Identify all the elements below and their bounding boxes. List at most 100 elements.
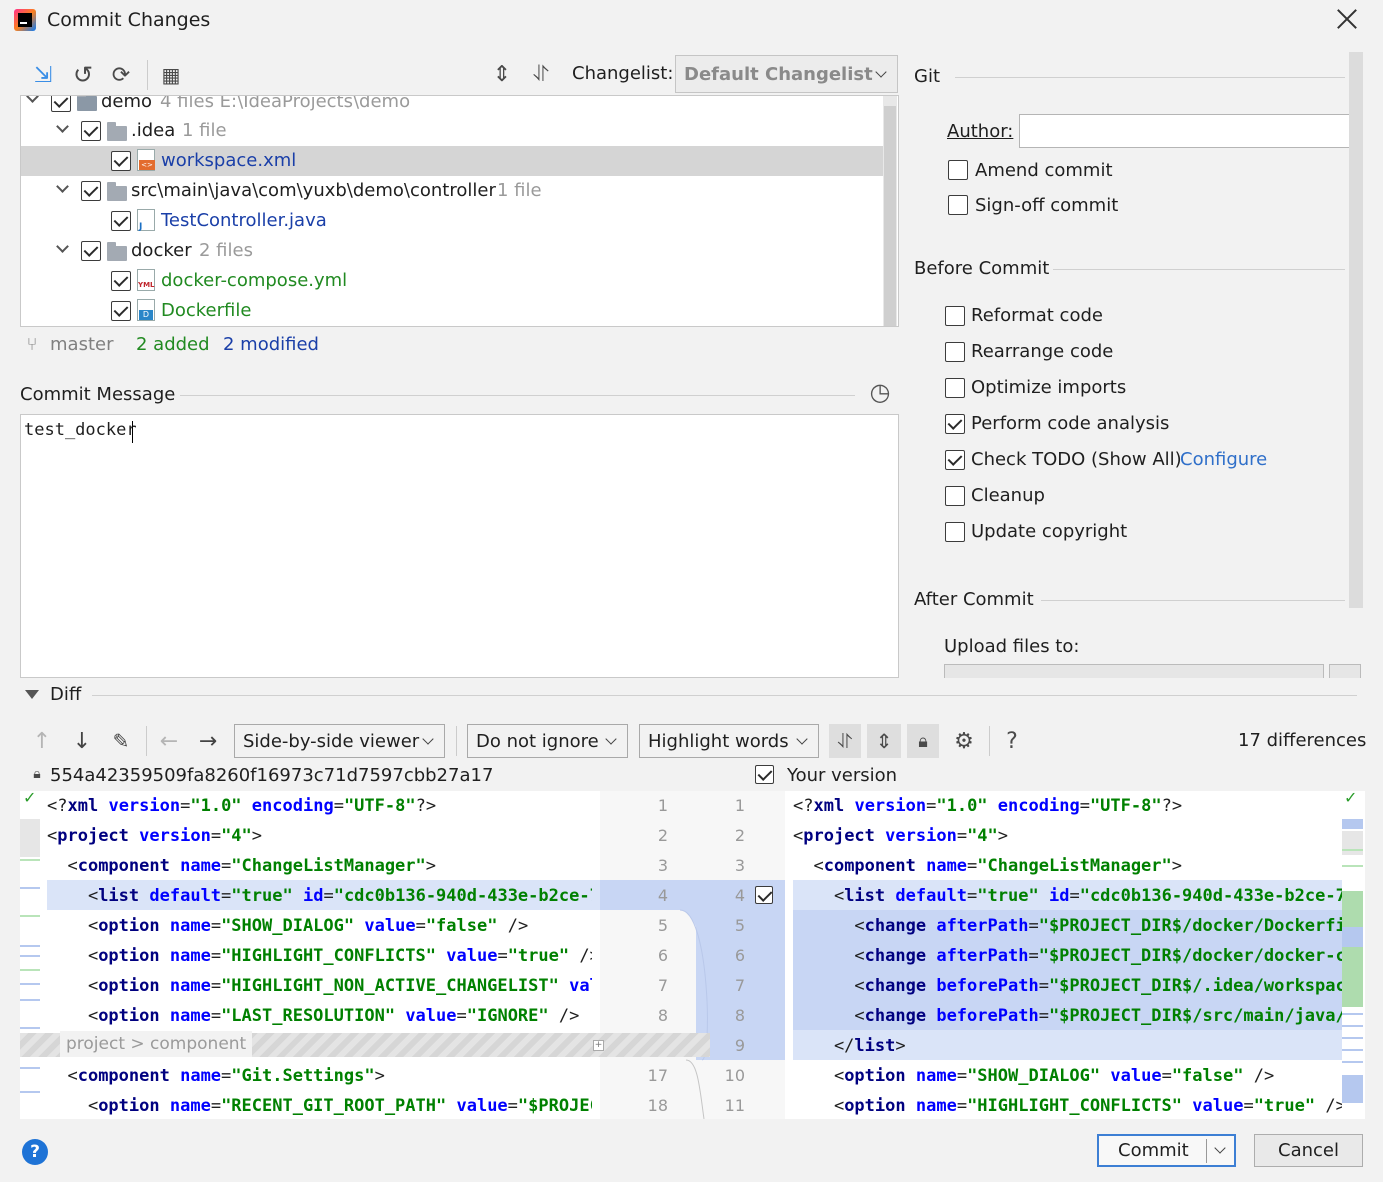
right-code-line[interactable]: <?xml version="1.0" encoding="UTF-8"?> bbox=[793, 791, 1182, 821]
right-panel-scrollbar[interactable] bbox=[1349, 52, 1363, 608]
show-diff-icon[interactable]: ⇲ bbox=[30, 62, 56, 88]
diff-collapse-icon[interactable] bbox=[25, 690, 39, 699]
before-commit-label[interactable]: Check TODO (Show All) bbox=[971, 449, 1182, 470]
upload-select[interactable] bbox=[944, 664, 1324, 678]
before-commit-label[interactable]: Rearrange code bbox=[971, 341, 1113, 362]
left-code-line[interactable]: <component name="Git.Settings"> bbox=[47, 1061, 384, 1091]
next-diff-icon[interactable]: ↓ bbox=[70, 728, 94, 754]
collapse-all-icon[interactable]: ⥯ bbox=[528, 60, 554, 88]
rollback-icon[interactable]: ↺ bbox=[70, 61, 96, 89]
commit-button[interactable]: Commit bbox=[1097, 1134, 1236, 1167]
right-code-line[interactable]: <change beforePath="$PROJECT_DIR$/src/ma… bbox=[793, 1001, 1343, 1031]
before-commit-label[interactable]: Reformat code bbox=[971, 305, 1103, 326]
right-code-line[interactable]: <option name="SHOW_DIALOG" value="false"… bbox=[793, 1061, 1274, 1091]
left-code-line[interactable]: <option name="RECENT_GIT_ROOT_PATH" valu… bbox=[47, 1091, 592, 1119]
configure-link[interactable]: Configure bbox=[1180, 449, 1267, 470]
dockerfile-checkbox[interactable] bbox=[111, 301, 131, 321]
left-code-line[interactable]: <list default="true" id="cdc0b136-940d-4… bbox=[47, 881, 592, 911]
idea-folder-name[interactable]: .idea bbox=[131, 120, 175, 141]
sync-scroll-icon[interactable]: ⇕ bbox=[867, 724, 901, 758]
before-commit-checkbox[interactable] bbox=[945, 450, 965, 470]
root-checkbox[interactable] bbox=[51, 96, 71, 112]
prev-file-icon[interactable]: ← bbox=[156, 728, 182, 754]
idea-checkbox[interactable] bbox=[81, 121, 101, 141]
cancel-button[interactable]: Cancel bbox=[1254, 1134, 1363, 1167]
right-code-line[interactable]: <component name="ChangeListManager"> bbox=[793, 851, 1182, 881]
amend-commit-label[interactable]: Amend commit bbox=[975, 160, 1113, 181]
right-code-line[interactable]: <change afterPath="$PROJECT_DIR$/docker/… bbox=[793, 911, 1343, 941]
highlight-select[interactable]: Highlight words bbox=[639, 724, 819, 758]
compose-file-name[interactable]: docker-compose.yml bbox=[161, 270, 347, 291]
before-commit-label[interactable]: Optimize imports bbox=[971, 377, 1126, 398]
fold-expand-icon[interactable]: + bbox=[593, 1040, 604, 1051]
group-by-icon[interactable]: ▦ bbox=[158, 62, 184, 88]
right-code-line[interactable]: <option name="HIGHLIGHT_CONFLICTS" value… bbox=[793, 1091, 1343, 1119]
viewer-select[interactable]: Side-by-side viewer bbox=[234, 724, 445, 758]
ignore-select[interactable]: Do not ignore bbox=[467, 724, 628, 758]
right-code-line[interactable]: <list default="true" id="cdc0b136-940d-4… bbox=[793, 881, 1343, 911]
left-code-line[interactable]: <project version="4"> bbox=[47, 821, 262, 851]
right-line-number: 11 bbox=[724, 1096, 745, 1115]
signoff-checkbox[interactable] bbox=[948, 195, 968, 215]
before-commit-checkbox[interactable] bbox=[945, 342, 965, 362]
breadcrumb-fold[interactable]: project > component bbox=[60, 1031, 253, 1057]
before-commit-checkbox[interactable] bbox=[945, 378, 965, 398]
dockerfile-file-name[interactable]: Dockerfile bbox=[161, 300, 251, 321]
settings-gear-icon[interactable]: ⚙ bbox=[950, 726, 978, 756]
left-line-number: 3 bbox=[657, 856, 668, 875]
amend-commit-checkbox[interactable] bbox=[948, 160, 968, 180]
tree-scrollbar-thumb[interactable] bbox=[884, 106, 896, 326]
expand-all-icon[interactable]: ⇕ bbox=[489, 60, 515, 88]
changelist-value: Default Changelist bbox=[684, 63, 873, 85]
before-commit-label[interactable]: Perform code analysis bbox=[971, 413, 1169, 434]
apply-change-checkbox[interactable] bbox=[755, 886, 773, 904]
diff-help-icon[interactable]: ? bbox=[1000, 728, 1024, 754]
before-commit-checkbox[interactable] bbox=[945, 486, 965, 506]
prev-diff-icon[interactable]: ↑ bbox=[30, 728, 54, 754]
close-icon[interactable] bbox=[1336, 8, 1358, 30]
left-code-line[interactable]: <option name="HIGHLIGHT_CONFLICTS" value… bbox=[47, 941, 592, 971]
collapse-unchanged-icon[interactable]: ⥯ bbox=[829, 724, 861, 758]
next-file-icon[interactable]: → bbox=[195, 728, 221, 754]
workspace-file-name[interactable]: workspace.xml bbox=[161, 150, 296, 171]
before-commit-checkbox[interactable] bbox=[945, 414, 965, 434]
right-code-line[interactable]: <project version="4"> bbox=[793, 821, 1008, 851]
left-code-line[interactable]: <component name="ChangeListManager"> bbox=[47, 851, 436, 881]
commit-options-chevron-icon[interactable] bbox=[1214, 1142, 1226, 1154]
tree-root-name[interactable]: demo bbox=[101, 96, 152, 112]
controller-checkbox[interactable] bbox=[81, 181, 101, 201]
before-commit-label[interactable]: Cleanup bbox=[971, 485, 1045, 506]
right-code-line[interactable]: </list> bbox=[793, 1031, 906, 1061]
docker-checkbox[interactable] bbox=[81, 241, 101, 261]
before-commit-checkbox[interactable] bbox=[945, 306, 965, 326]
added-count[interactable]: 2 added bbox=[136, 334, 210, 355]
testcontroller-checkbox[interactable] bbox=[111, 211, 131, 231]
right-code-line[interactable]: <change beforePath="$PROJECT_DIR$/.idea/… bbox=[793, 971, 1343, 1001]
left-code-line[interactable]: <option name="HIGHLIGHT_NON_ACTIVE_CHANG… bbox=[47, 971, 592, 1001]
left-code-line[interactable]: <option name="SHOW_DIALOG" value="false"… bbox=[47, 911, 592, 941]
commit-message-label: Commit Message bbox=[20, 384, 176, 405]
testcontroller-file-name[interactable]: TestController.java bbox=[161, 210, 327, 231]
workspace-checkbox[interactable] bbox=[111, 151, 131, 171]
changes-tree[interactable]: demo 4 files E:\IdeaProjects\demo .idea … bbox=[20, 95, 899, 327]
help-button[interactable]: ? bbox=[22, 1139, 48, 1165]
upload-config-button[interactable] bbox=[1329, 664, 1361, 678]
modified-count[interactable]: 2 modified bbox=[223, 334, 319, 355]
before-commit-checkbox[interactable] bbox=[945, 522, 965, 542]
controller-folder-name[interactable]: src\main\java\com\yuxb\demo\controller bbox=[131, 180, 496, 201]
left-code-line[interactable]: <option name="LAST_RESOLUTION" value="IG… bbox=[47, 1001, 592, 1031]
refresh-icon[interactable]: ⟳ bbox=[108, 62, 134, 88]
before-commit-label[interactable]: Update copyright bbox=[971, 521, 1127, 542]
docker-folder-name[interactable]: docker bbox=[131, 240, 192, 261]
lock-icon[interactable]: 🔒︎ bbox=[907, 724, 939, 758]
your-version-checkbox[interactable] bbox=[755, 765, 774, 784]
changelist-select[interactable]: Default Changelist bbox=[675, 55, 898, 93]
history-icon[interactable]: ◷ bbox=[866, 378, 894, 406]
commit-message-input[interactable]: test_docker bbox=[20, 414, 899, 678]
left-code-line[interactable]: <?xml version="1.0" encoding="UTF-8"?> bbox=[47, 791, 436, 821]
author-input[interactable] bbox=[1019, 114, 1359, 148]
compose-checkbox[interactable] bbox=[111, 271, 131, 291]
edit-source-icon[interactable]: ✎ bbox=[108, 728, 134, 754]
signoff-label[interactable]: Sign-off commit bbox=[975, 195, 1118, 216]
right-code-line[interactable]: <change afterPath="$PROJECT_DIR$/docker/… bbox=[793, 941, 1343, 971]
